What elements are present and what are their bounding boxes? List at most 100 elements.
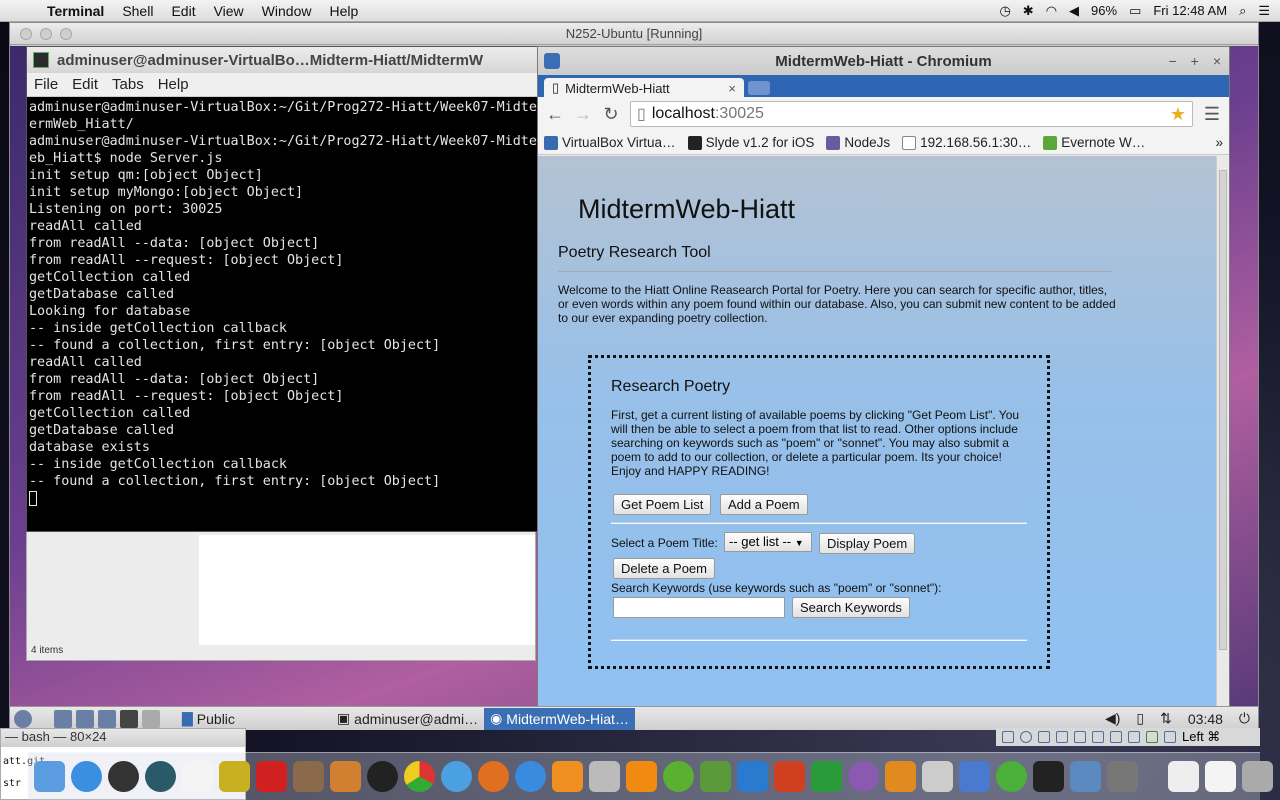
task-browser[interactable]: ◉ MidtermWeb-Hiat… [484,707,635,730]
minimize-icon[interactable]: − [1168,53,1176,69]
terminal-launcher-icon[interactable] [120,709,138,728]
bookmark-nodejs[interactable]: NodeJs [826,135,890,150]
task-terminal[interactable]: ▣ adminuser@admi… [331,708,484,730]
safari-icon[interactable] [441,761,472,792]
time-machine-icon[interactable]: ◷ [999,3,1010,19]
mouse-integration-icon[interactable] [1164,731,1176,743]
terminal-icon[interactable] [1033,761,1064,792]
power-icon[interactable]: ⏻ [1239,710,1250,727]
system-preferences-icon[interactable] [885,761,916,792]
preview-icon[interactable] [922,761,953,792]
terminal-menu-edit[interactable]: Edit [65,76,105,93]
network-icon[interactable]: ⇅ [1160,710,1172,727]
virtualbox-titlebar[interactable]: N252-Ubuntu [Running] [10,23,1258,45]
menu-edit[interactable]: Edit [162,3,204,19]
bookmarks-overflow-icon[interactable]: » [1215,135,1229,150]
search-keywords-button[interactable]: Search Keywords [792,597,910,618]
hdd-icon[interactable] [1002,731,1014,743]
volume-icon[interactable]: ◀) [1105,710,1120,727]
address-bar[interactable]: ▯ localhost:30025 ★ [630,101,1193,127]
tab-close-icon[interactable]: × [728,81,736,96]
menu-shell[interactable]: Shell [113,3,162,19]
vpn-icon[interactable] [848,761,879,792]
task-public[interactable]: ▇ Public [176,708,241,730]
spotlight-icon[interactable]: ⌕ [1239,3,1246,19]
ibooks-icon[interactable] [552,761,583,792]
shared-folder-icon[interactable] [1092,731,1104,743]
terminal-menu-file[interactable]: File [27,76,65,93]
calendar-icon[interactable] [182,761,213,792]
bookmark-slyde[interactable]: Slyde v1.2 for iOS [687,135,814,150]
app-menu-terminal[interactable]: Terminal [38,3,113,19]
panel-clock[interactable]: 03:48 [1188,711,1223,727]
app-store-icon[interactable] [71,761,102,792]
workspace-icon[interactable] [142,709,160,728]
photo-icon[interactable] [293,761,324,792]
word-icon[interactable] [737,761,768,792]
desktop-icon[interactable] [98,709,116,728]
imovie-icon[interactable] [219,761,250,792]
terminal-titlebar[interactable]: adminuser@adminuser-VirtualBo…Midterm-Hi… [27,47,537,73]
close-icon[interactable]: × [1213,53,1221,69]
scrollbar-thumb[interactable] [1219,170,1227,650]
evernote-icon[interactable] [700,761,731,792]
bash-titlebar[interactable]: — bash — 80×24 [1,729,245,747]
flashcard-icon[interactable] [256,761,287,792]
ubuntu-menu-icon[interactable] [14,709,32,728]
dashboard-icon[interactable] [108,761,139,792]
tab-midtermweb[interactable]: ▯ MidtermWeb-Hiatt × [544,78,744,98]
bluetooth-icon[interactable]: ✱ [1023,3,1034,19]
firefox-icon[interactable] [478,761,509,792]
battery-percent[interactable]: 96% [1091,3,1117,18]
usb-icon[interactable] [1074,731,1086,743]
file-list-pane[interactable] [199,535,535,645]
xcode-icon[interactable] [959,761,990,792]
volume-icon[interactable]: ◀ [1069,3,1079,19]
display-icon[interactable] [1110,731,1122,743]
poem-title-select[interactable]: -- get list -- ▼ [724,532,812,552]
bookmark-ip[interactable]: 192.168.56.1:30… [902,135,1031,150]
spotify-icon[interactable] [663,761,694,792]
iphoto-icon[interactable] [330,761,361,792]
bookmark-virtualbox[interactable]: VirtualBox Virtua… [544,135,676,150]
forward-icon[interactable]: → [574,104,592,125]
keywords-input[interactable] [613,597,785,618]
bookmark-star-icon[interactable]: ★ [1170,104,1186,125]
virtualbox-icon[interactable] [1070,761,1101,792]
chromium-titlebar[interactable]: MidtermWeb-Hiatt - Chromium − + × [538,47,1229,75]
new-tab-button[interactable] [748,81,770,95]
terminal-menu-tabs[interactable]: Tabs [105,76,151,93]
wifi-icon[interactable]: ◠ [1046,3,1057,19]
battery-icon[interactable]: ▭ [1129,3,1141,19]
audio-icon[interactable] [1038,731,1050,743]
trash-icon[interactable] [1242,761,1273,792]
maximize-icon[interactable]: + [1191,53,1199,69]
powerpoint-icon[interactable] [774,761,805,792]
itunes-icon[interactable] [515,761,546,792]
menubar-clock[interactable]: Fri 12:48 AM [1153,3,1227,18]
menu-view[interactable]: View [205,3,253,19]
get-poem-list-button[interactable]: Get Poem List [613,494,712,515]
time-machine-icon[interactable] [145,761,176,792]
page-scrollbar[interactable] [1216,156,1229,706]
file-manager-icon[interactable] [54,709,72,728]
chrome-menu-icon[interactable]: ☰ [1203,104,1221,125]
display-poem-button[interactable]: Display Poem [819,533,916,554]
delete-poem-button[interactable]: Delete a Poem [613,558,715,579]
finder-icon[interactable] [34,761,65,792]
battery-icon[interactable]: ▯ [1136,710,1144,727]
menu-help[interactable]: Help [320,3,367,19]
brackets-icon[interactable] [996,761,1027,792]
chrome-icon[interactable] [404,761,435,792]
back-icon[interactable]: ← [546,104,564,125]
network-icon[interactable] [1107,761,1138,792]
document-icon[interactable] [1168,761,1199,792]
vt-icon[interactable] [1146,731,1158,743]
add-poem-button[interactable]: Add a Poem [720,494,808,515]
optical-icon[interactable] [1020,731,1032,743]
terminal-menu-help[interactable]: Help [151,76,196,93]
bookmark-evernote[interactable]: Evernote W… [1043,135,1145,150]
script-icon[interactable] [589,761,620,792]
reload-icon[interactable]: ↻ [602,104,620,125]
menu-window[interactable]: Window [253,3,321,19]
